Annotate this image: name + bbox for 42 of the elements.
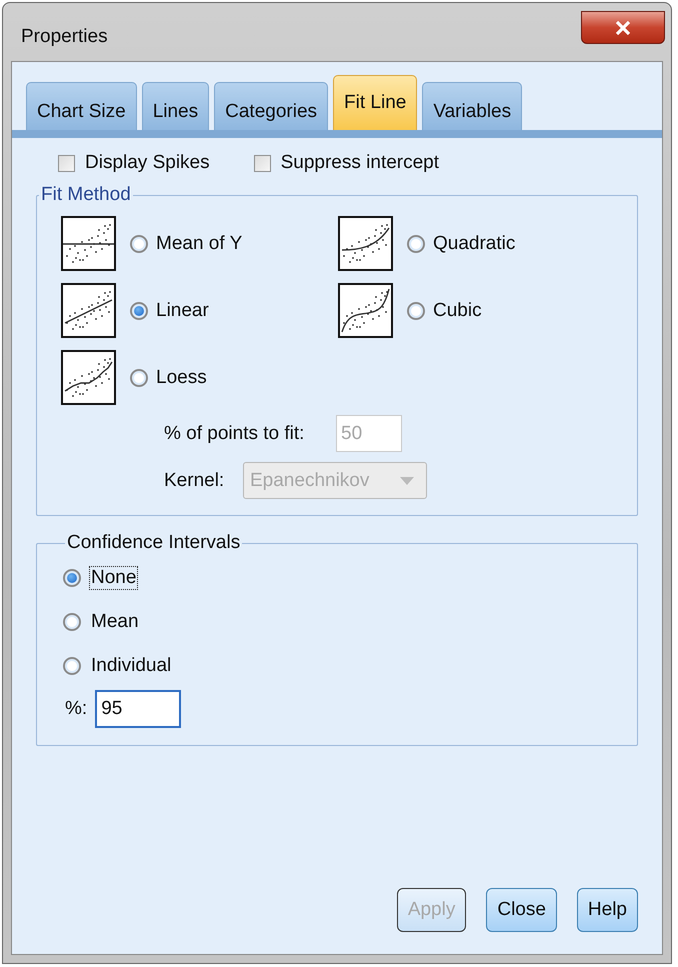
- radio-label: Mean of Y: [156, 232, 242, 254]
- radio-label: Individual: [90, 654, 172, 678]
- radio-button[interactable]: [407, 302, 425, 320]
- close-icon: [615, 20, 631, 34]
- radio-button[interactable]: [63, 657, 81, 675]
- radio-button[interactable]: [63, 613, 81, 631]
- group-title: Fit Method: [40, 184, 132, 206]
- checkbox[interactable]: [58, 154, 75, 172]
- radio-button[interactable]: [407, 234, 425, 252]
- radio-label: None: [89, 566, 138, 590]
- checkbox-label: Display Spikes: [85, 152, 210, 174]
- group-title: Confidence Intervals: [66, 532, 242, 554]
- scatter-plot-icon: [61, 216, 116, 271]
- tab[interactable]: Lines: [142, 82, 210, 130]
- tab[interactable]: Fit Line: [333, 75, 418, 130]
- caret-icon: [400, 476, 414, 484]
- checkbox-label: Suppress intercept: [280, 152, 440, 174]
- radio-label: Quadratic: [433, 232, 516, 254]
- tab[interactable]: Chart Size: [26, 82, 137, 130]
- tab[interactable]: Variables: [422, 82, 522, 130]
- scatter-plot-icon: [338, 216, 393, 271]
- radio-button[interactable]: [130, 368, 148, 386]
- scatter-plot-icon: [338, 283, 393, 338]
- radio-label: Cubic: [433, 300, 482, 322]
- window-title: Properties: [21, 26, 108, 48]
- field-label: %:: [65, 698, 88, 720]
- field-label: Kernel:: [164, 470, 226, 492]
- radio-button[interactable]: [130, 302, 148, 320]
- checkbox[interactable]: [254, 154, 271, 172]
- scatter-plot-icon: [61, 350, 116, 405]
- scatter-plot-icon: [61, 283, 116, 338]
- radio-button[interactable]: [130, 234, 148, 252]
- tab[interactable]: Categories: [214, 82, 328, 130]
- radio-button[interactable]: [63, 569, 81, 587]
- dialog-button[interactable]: Help: [576, 888, 638, 932]
- radio-label: Loess: [156, 366, 207, 388]
- close-button[interactable]: [581, 11, 665, 44]
- dialog-button[interactable]: Close: [486, 888, 557, 932]
- input-field[interactable]: 95: [95, 690, 182, 728]
- radio-label: Linear: [156, 300, 209, 322]
- field-label: % of points to fit:: [164, 422, 306, 444]
- radio-label: Mean: [90, 610, 140, 634]
